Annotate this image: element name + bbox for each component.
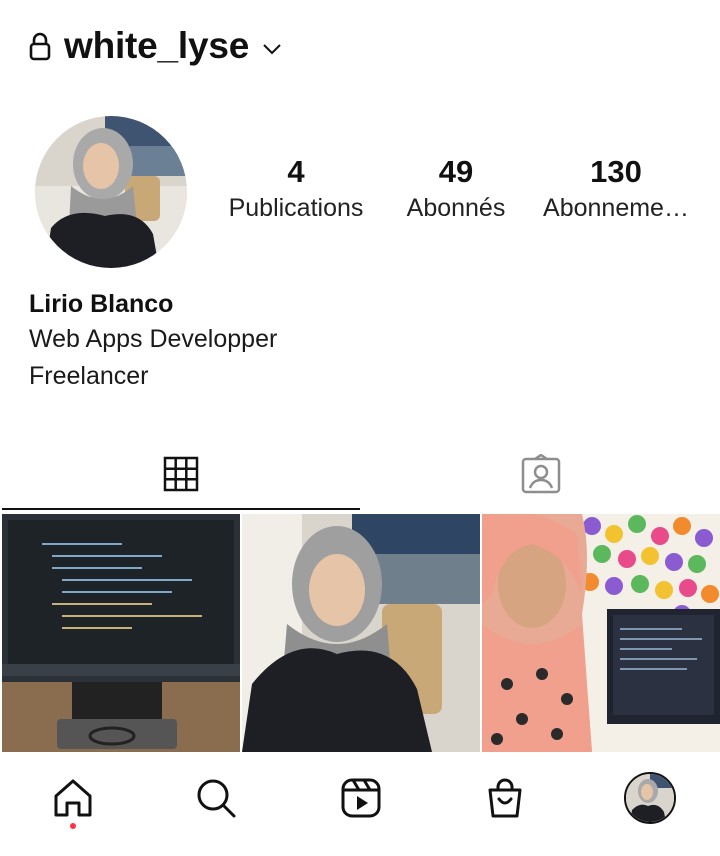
avatar[interactable]: [35, 116, 187, 268]
tagged-icon: [521, 454, 561, 494]
shop-icon: [488, 778, 522, 818]
profile-header[interactable]: white_lyse: [28, 22, 283, 70]
post-image: [482, 514, 720, 752]
bio-line: Web Apps Developper: [29, 325, 278, 353]
nav-profile-avatar[interactable]: [624, 772, 676, 824]
stat-followers[interactable]: 49 Abonnés: [398, 152, 514, 224]
bottom-navigation: [0, 752, 720, 856]
search-icon: [197, 779, 236, 818]
username[interactable]: white_lyse: [64, 25, 249, 67]
post-thumbnail[interactable]: [242, 514, 480, 752]
post-thumbnail[interactable]: [2, 514, 240, 752]
grid-icon: [163, 456, 199, 492]
stat-following[interactable]: 130 Abonneme…: [540, 152, 692, 224]
posts-label: Publications: [228, 194, 364, 222]
posts-count: 4: [287, 154, 305, 189]
post-image: [242, 514, 480, 752]
home-icon: [54, 779, 92, 817]
display-name: Lirio Blanco: [29, 290, 174, 318]
post-image: [2, 514, 240, 752]
active-tab-indicator: [2, 508, 360, 510]
profile-page: white_lyse 4 Publications 49 Abonnés 130…: [0, 0, 720, 856]
nav-home-button[interactable]: [49, 774, 97, 822]
following-label: Abonneme…: [543, 194, 689, 222]
nav-search-button[interactable]: [192, 774, 240, 822]
followers-count: 49: [438, 154, 474, 189]
tab-posts-grid[interactable]: [2, 440, 360, 508]
chevron-down-icon[interactable]: [261, 42, 283, 56]
post-thumbnail[interactable]: [482, 514, 720, 752]
bio-line: Freelancer: [29, 362, 149, 390]
followers-label: Abonnés: [406, 194, 506, 222]
reels-icon: [341, 778, 381, 818]
tab-tagged[interactable]: [362, 440, 720, 508]
nav-reels-button[interactable]: [337, 774, 385, 822]
notification-dot: [70, 823, 76, 829]
following-count: 130: [590, 154, 642, 189]
lock-icon: [29, 32, 51, 61]
profile-bio: Lirio Blanco Web Apps Developper Freelan…: [29, 287, 277, 395]
stat-posts[interactable]: 4 Publications: [221, 152, 371, 224]
profile-avatar-icon: [626, 774, 674, 822]
nav-shop-button[interactable]: [481, 774, 529, 822]
